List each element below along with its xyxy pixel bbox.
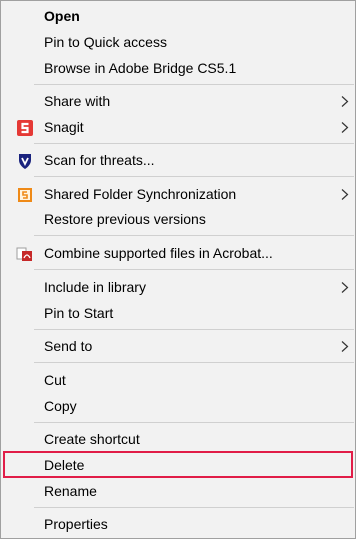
- menu-separator: [34, 176, 354, 177]
- chevron-right-icon: [341, 122, 349, 133]
- context-menu: Open Pin to Quick access Browse in Adobe…: [0, 0, 356, 539]
- menu-item-label: Shared Folder Synchronization: [44, 186, 237, 202]
- menu-item-label: Pin to Quick access: [44, 34, 167, 50]
- menu-separator: [34, 143, 354, 144]
- menu-item-label: Browse in Adobe Bridge CS5.1: [44, 60, 237, 76]
- menu-item-label: Snagit: [44, 119, 84, 135]
- menu-item-label: Send to: [44, 338, 93, 354]
- menu-item-create-shortcut[interactable]: Create shortcut: [1, 427, 355, 452]
- menu-item-label: Delete: [44, 457, 85, 473]
- menu-item-label: Rename: [44, 483, 97, 499]
- menu-item-scan-threats[interactable]: Scan for threats...: [1, 148, 355, 173]
- acrobat-icon: [16, 247, 32, 261]
- menu-item-copy[interactable]: Copy: [1, 394, 355, 419]
- menu-item-label: Share with: [44, 93, 111, 109]
- menu-separator: [34, 235, 354, 236]
- snagit-icon: [17, 120, 33, 136]
- menu-separator: [34, 422, 354, 423]
- chevron-right-icon: [341, 189, 349, 200]
- menu-separator: [34, 84, 354, 85]
- menu-item-label: Include in library: [44, 279, 146, 295]
- menu-separator: [34, 269, 354, 270]
- menu-separator: [34, 362, 354, 363]
- sync-folder-icon: [18, 188, 32, 202]
- menu-separator: [34, 507, 354, 508]
- menu-item-delete[interactable]: Delete: [1, 453, 355, 478]
- menu-item-open[interactable]: Open: [1, 4, 355, 29]
- menu-item-share-with[interactable]: Share with: [1, 89, 355, 114]
- chevron-right-icon: [341, 96, 349, 107]
- menu-separator: [34, 329, 354, 330]
- menu-item-properties[interactable]: Properties: [1, 512, 355, 537]
- menu-item-restore-versions[interactable]: Restore previous versions: [1, 207, 355, 232]
- menu-item-label: Restore previous versions: [44, 211, 206, 227]
- menu-item-send-to[interactable]: Send to: [1, 334, 355, 359]
- menu-item-shared-folder-sync[interactable]: Shared Folder Synchronization: [1, 182, 355, 207]
- menu-item-pin-start[interactable]: Pin to Start: [1, 301, 355, 326]
- menu-item-label: Combine supported files in Acrobat...: [44, 245, 273, 261]
- menu-item-label: Create shortcut: [44, 431, 140, 447]
- menu-item-label: Properties: [44, 516, 108, 532]
- chevron-right-icon: [341, 282, 349, 293]
- chevron-right-icon: [341, 341, 349, 352]
- menu-item-browse-bridge[interactable]: Browse in Adobe Bridge CS5.1: [1, 56, 355, 81]
- shield-icon: [19, 154, 31, 169]
- menu-item-label: Copy: [44, 398, 77, 414]
- menu-item-cut[interactable]: Cut: [1, 368, 355, 393]
- menu-item-label: Pin to Start: [44, 305, 114, 321]
- menu-item-label: Scan for threats...: [44, 152, 155, 168]
- menu-item-include-library[interactable]: Include in library: [1, 275, 355, 300]
- menu-item-label: Cut: [44, 372, 66, 388]
- menu-item-rename[interactable]: Rename: [1, 479, 355, 504]
- menu-item-label: Open: [44, 8, 80, 24]
- menu-item-pin-quick-access[interactable]: Pin to Quick access: [1, 30, 355, 55]
- menu-item-snagit[interactable]: Snagit: [1, 115, 355, 140]
- menu-item-combine-acrobat[interactable]: Combine supported files in Acrobat...: [1, 241, 355, 266]
